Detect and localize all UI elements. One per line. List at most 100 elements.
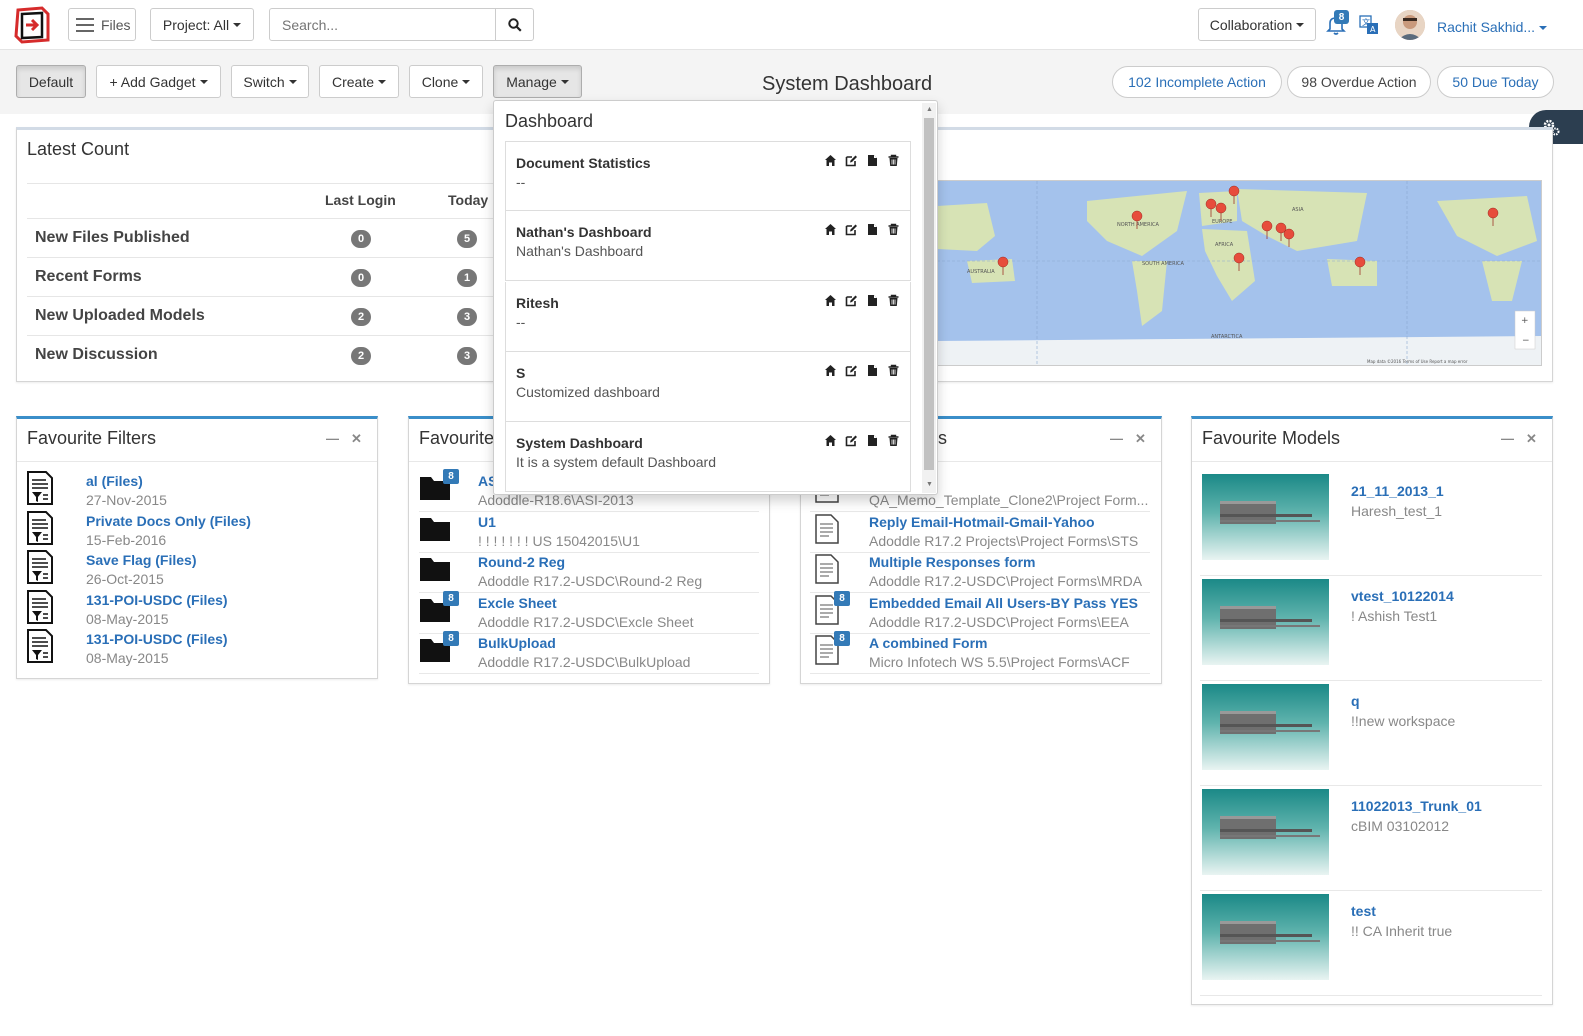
scroll-down-icon[interactable]: ▼ bbox=[926, 481, 933, 488]
dashboard-list-item[interactable]: S Customized dashboard bbox=[505, 351, 911, 422]
table-row[interactable]: New Files Published 0 5 bbox=[27, 218, 497, 257]
table-row[interactable]: New Discussion 2 3 bbox=[27, 335, 497, 374]
create-button[interactable]: Create bbox=[319, 65, 399, 98]
language-icon[interactable]: 文A bbox=[1359, 15, 1379, 35]
project-dropdown[interactable]: Project: All bbox=[150, 8, 254, 41]
edit-icon[interactable] bbox=[845, 364, 858, 380]
avatar[interactable] bbox=[1395, 10, 1425, 40]
count-badge[interactable]: 1 bbox=[457, 269, 477, 287]
switch-button[interactable]: Switch bbox=[231, 65, 309, 98]
table-row[interactable]: Recent Forms 0 1 bbox=[27, 257, 497, 296]
file-icon[interactable] bbox=[866, 154, 879, 170]
close-icon[interactable]: ✕ bbox=[1526, 431, 1537, 447]
file-icon[interactable] bbox=[866, 294, 879, 310]
model-thumbnail[interactable] bbox=[1202, 579, 1329, 665]
folder-icon bbox=[419, 514, 451, 545]
folder-link[interactable]: Round-2 Reg bbox=[478, 554, 565, 570]
divider bbox=[810, 551, 1150, 553]
file-icon[interactable] bbox=[866, 364, 879, 380]
files-menu-button[interactable]: Files bbox=[68, 8, 136, 41]
dashboard-list-item[interactable]: Document Statistics -- bbox=[505, 141, 911, 211]
divider bbox=[419, 592, 759, 594]
incomplete-action-button[interactable]: 102 Incomplete Action bbox=[1112, 66, 1282, 98]
column-header-today: Today bbox=[448, 192, 489, 208]
minimize-icon[interactable]: — bbox=[1501, 431, 1514, 446]
edit-icon[interactable] bbox=[845, 223, 858, 239]
home-icon[interactable] bbox=[824, 154, 837, 170]
collaboration-dropdown[interactable]: Collaboration bbox=[1198, 8, 1316, 41]
count-badge[interactable]: 3 bbox=[457, 347, 477, 365]
home-icon[interactable] bbox=[824, 223, 837, 239]
home-icon[interactable] bbox=[824, 294, 837, 310]
filter-link[interactable]: al (Files) bbox=[86, 473, 143, 489]
incomplete-label: 102 Incomplete Action bbox=[1128, 74, 1266, 90]
minimize-icon[interactable]: — bbox=[1110, 431, 1123, 446]
edit-icon[interactable] bbox=[845, 154, 858, 170]
filter-date: 27-Nov-2015 bbox=[86, 492, 167, 508]
model-thumbnail[interactable] bbox=[1202, 684, 1329, 770]
default-label: Default bbox=[28, 73, 74, 90]
model-link[interactable]: 21_11_2013_1 bbox=[1351, 483, 1444, 499]
count-badge[interactable]: 0 bbox=[351, 269, 371, 287]
overdue-action-button[interactable]: 98 Overdue Action bbox=[1287, 66, 1431, 98]
caret-down-icon bbox=[462, 79, 471, 84]
search-input[interactable] bbox=[270, 9, 495, 40]
default-button[interactable]: Default bbox=[16, 65, 86, 98]
dashboard-list-item[interactable]: System Dashboard It is a system default D… bbox=[505, 422, 911, 493]
edit-icon[interactable] bbox=[845, 294, 858, 310]
trash-icon[interactable] bbox=[887, 434, 900, 450]
folder-link[interactable]: BulkUpload bbox=[478, 635, 556, 651]
home-icon[interactable] bbox=[824, 364, 837, 380]
count-badge[interactable]: 2 bbox=[351, 308, 371, 326]
scroll-up-icon[interactable]: ▲ bbox=[926, 106, 933, 113]
close-icon[interactable]: ✕ bbox=[1135, 431, 1146, 447]
trash-icon[interactable] bbox=[887, 364, 900, 380]
dashboard-list-item[interactable]: Ritesh -- bbox=[505, 281, 911, 352]
count-badge[interactable]: 2 bbox=[351, 347, 371, 365]
form-link[interactable]: A combined Form bbox=[869, 635, 988, 651]
home-icon[interactable] bbox=[824, 434, 837, 450]
filter-link[interactable]: Save Flag (Files) bbox=[86, 552, 196, 568]
model-link[interactable]: 11022013_Trunk_01 bbox=[1351, 798, 1482, 814]
search-button[interactable] bbox=[495, 9, 533, 40]
edit-icon[interactable] bbox=[845, 434, 858, 450]
form-link[interactable]: Multiple Responses form bbox=[869, 554, 1035, 570]
filter-link[interactable]: 131-POI-USDC (Files) bbox=[86, 631, 228, 647]
trash-icon[interactable] bbox=[887, 154, 900, 170]
count-badge[interactable]: 5 bbox=[457, 230, 477, 248]
trash-icon[interactable] bbox=[887, 223, 900, 239]
filter-link[interactable]: 131-POI-USDC (Files) bbox=[86, 592, 228, 608]
form-link[interactable]: Reply Email-Hotmail-Gmail-Yahoo bbox=[869, 514, 1095, 530]
due-today-button[interactable]: 50 Due Today bbox=[1437, 66, 1554, 98]
folder-link[interactable]: Excle Sheet bbox=[478, 595, 557, 611]
count-badge[interactable]: 3 bbox=[457, 308, 477, 326]
model-link[interactable]: vtest_10122014 bbox=[1351, 588, 1454, 604]
model-thumbnail[interactable] bbox=[1202, 474, 1329, 560]
count-badge: 8 bbox=[443, 631, 459, 647]
form-path: Micro Infotech WS 5.5\Project Forms\ACF bbox=[869, 654, 1130, 671]
count-badge[interactable]: 0 bbox=[351, 230, 371, 248]
minimize-icon[interactable]: — bbox=[326, 431, 339, 446]
close-icon[interactable]: ✕ bbox=[351, 431, 362, 447]
model-thumbnail[interactable] bbox=[1202, 894, 1329, 980]
form-link[interactable]: Embedded Email All Users-BY Pass YES bbox=[869, 595, 1138, 611]
model-link[interactable]: q bbox=[1351, 693, 1360, 709]
file-icon[interactable] bbox=[866, 434, 879, 450]
file-icon[interactable] bbox=[866, 223, 879, 239]
model-thumbnail[interactable] bbox=[1202, 789, 1329, 875]
trash-icon[interactable] bbox=[887, 294, 900, 310]
user-menu[interactable]: Rachit Sakhid... bbox=[1437, 19, 1548, 35]
model-link[interactable]: test bbox=[1351, 903, 1376, 919]
dashboard-list-item[interactable]: Nathan's Dashboard Nathan's Dashboard bbox=[505, 211, 911, 282]
manage-button[interactable]: Manage bbox=[493, 65, 582, 98]
folder-path: Adoddle R17.2-USDC\Round-2 Reg bbox=[478, 573, 703, 590]
world-map[interactable]: NORTH AMERICA EUROPE ASIA AFRICA SOUTH A… bbox=[936, 180, 1542, 366]
divider bbox=[810, 673, 1150, 675]
clone-button[interactable]: Clone bbox=[409, 65, 483, 98]
add-gadget-button[interactable]: + Add Gadget bbox=[96, 65, 221, 98]
filter-link[interactable]: Private Docs Only (Files) bbox=[86, 513, 251, 529]
scrollbar-thumb[interactable] bbox=[924, 118, 934, 470]
folder-link[interactable]: U1 bbox=[478, 514, 496, 530]
logo-icon[interactable] bbox=[14, 6, 54, 44]
table-row[interactable]: New Uploaded Models 2 3 bbox=[27, 296, 497, 335]
